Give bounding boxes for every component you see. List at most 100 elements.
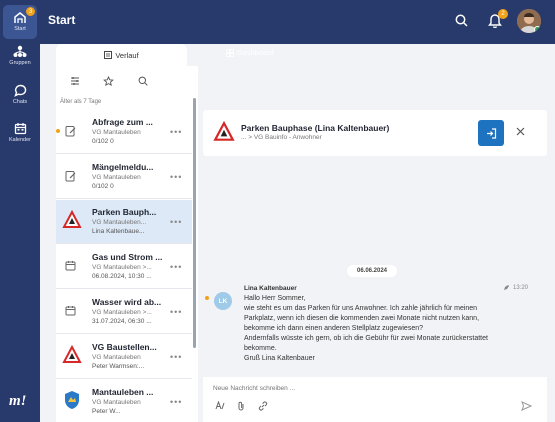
list-item-title: Parken Bauph...: [92, 207, 157, 217]
message-line: wie steht es um das Parken für uns Anwoh…: [244, 305, 478, 312]
more-icon[interactable]: •••: [170, 217, 182, 227]
list-item-sender: VG Mantauleben >...: [92, 309, 152, 316]
survey-icon: [65, 171, 76, 182]
more-icon[interactable]: •••: [170, 307, 182, 317]
star-icon[interactable]: [103, 76, 114, 87]
list-item-title: Abfrage zum ...: [92, 117, 153, 127]
grid-icon: [226, 48, 234, 57]
list-item-title: Mantauleben ...: [92, 387, 154, 397]
user-avatar[interactable]: [517, 9, 541, 33]
list-item[interactable]: Mängelmeldu... VG Mantauleben 0/102 0 ••…: [56, 155, 192, 199]
construction-icon: [213, 121, 235, 141]
list-item[interactable]: Gas und Strom ... VG Mantauleben >... 06…: [56, 245, 192, 289]
message-composer: [203, 377, 547, 422]
more-icon[interactable]: •••: [170, 352, 182, 362]
tab-verlauf-label: Verlauf: [115, 50, 139, 60]
message-line: Hallo Herr Sommer,: [244, 295, 306, 302]
filter-icon[interactable]: [70, 76, 80, 86]
attachment-icon[interactable]: [237, 401, 245, 411]
list-item-meta: Lina Kaltenbaue...: [92, 228, 145, 235]
close-icon[interactable]: [516, 127, 525, 136]
message-time: 13:20: [513, 285, 529, 291]
search-icon[interactable]: [138, 76, 148, 86]
message-line: bekomme ich dann einen anderen Stellplat…: [244, 325, 424, 332]
pencil-icon[interactable]: [503, 284, 510, 291]
calendar-icon: [14, 123, 26, 135]
list-item-meta: 0/102 0: [92, 183, 114, 190]
list-item-title: Wasser wird ab...: [92, 297, 162, 307]
list-item-meta: 06.08.2024, 10:30 ...: [92, 273, 152, 280]
chat-title: Parken Bauphase (Lina Kaltenbauer): [241, 123, 390, 133]
message-line: Parkplatz, wenn ich diesen die kommenden…: [244, 315, 480, 322]
notification-badge: 2: [498, 9, 508, 19]
tab-dashboard[interactable]: Dashboard: [226, 48, 274, 57]
rail-label-chats: Chats: [12, 99, 28, 105]
link-icon[interactable]: [258, 401, 268, 411]
rail-item-chats[interactable]: Chats: [0, 84, 40, 105]
enter-button[interactable]: [478, 120, 504, 146]
message-line: bekomme.: [244, 345, 277, 352]
more-icon[interactable]: •••: [170, 397, 182, 407]
construction-icon: [62, 345, 82, 363]
message-input[interactable]: [213, 381, 533, 395]
unread-dot: [205, 296, 209, 300]
rail-item-gruppen[interactable]: Gruppen: [0, 45, 40, 66]
list-item-sender: VG Mantauleben: [92, 354, 141, 361]
section-label: Älter als 7 Tage: [60, 99, 102, 105]
list-item-meta: 31.07.2024, 06:30 ...: [92, 318, 152, 325]
app-logo: m!: [9, 393, 27, 409]
login-icon: [486, 127, 496, 139]
list-item-meta: Peter Warmsen:...: [92, 363, 145, 370]
construction-icon: [62, 210, 82, 228]
list-item[interactable]: VG Baustellen... VG Mantauleben Peter Wa…: [56, 335, 192, 379]
list-item-sender: VG Mantauleben...: [92, 219, 147, 226]
list-item-title: Mängelmeldu...: [92, 162, 154, 172]
list-item[interactable]: Mantauleben ... VG Mantauleben Peter W..…: [56, 380, 192, 422]
rail-badge: 3: [26, 7, 35, 16]
home-icon: [14, 12, 26, 23]
top-bar: Start 2: [40, 0, 555, 44]
filter-bar: [56, 72, 192, 94]
rail-item-kalender[interactable]: Kalender: [0, 122, 40, 143]
chat-icon: [13, 84, 26, 97]
message-line: Andernfalls wüsste ich gern, ob ich die …: [244, 335, 488, 342]
message-line: Gruß Lina Kaltenbauer: [244, 355, 315, 362]
chat-header: Parken Bauphase (Lina Kaltenbauer) ... >…: [203, 110, 547, 156]
list-item-title: Gas und Strom ...: [92, 252, 163, 262]
list-item[interactable]: Abfrage zum ... VG Mantauleben 0/102 0 •…: [56, 110, 192, 154]
tab-verlauf[interactable]: Verlauf: [56, 44, 187, 66]
list-item-meta: 0/102 0: [92, 138, 114, 145]
tab-dashboard-label: Dashboard: [237, 48, 274, 57]
message-sender: Lina Kaltenbauer: [244, 285, 297, 292]
text-format-icon[interactable]: [215, 401, 225, 410]
online-status-dot: [534, 26, 541, 33]
survey-icon: [65, 126, 76, 137]
unread-dot: [56, 129, 60, 133]
list-item-sender: VG Mantauleben: [92, 174, 141, 181]
rail-label-gruppen: Gruppen: [9, 60, 31, 66]
conversation-list: Älter als 7 Tage Abfrage zum ... VG Mant…: [56, 66, 198, 422]
calendar-icon: [65, 306, 76, 316]
rail-label-kalender: Kalender: [8, 137, 32, 143]
list-item[interactable]: Wasser wird ab... VG Mantauleben >... 31…: [56, 290, 192, 334]
left-rail: Start 3 Gruppen Chats Kalender m!: [0, 0, 40, 422]
page-title: Start: [48, 13, 76, 27]
list-item[interactable]: Parken Bauph... VG Mantauleben... Lina K…: [56, 200, 192, 244]
more-icon[interactable]: •••: [170, 127, 182, 137]
list-item-title: VG Baustellen...: [92, 342, 157, 352]
more-icon[interactable]: •••: [170, 172, 182, 182]
more-icon[interactable]: •••: [170, 262, 182, 272]
list-item-sender: VG Mantauleben: [92, 129, 141, 136]
groups-icon: [13, 45, 27, 57]
badge-icon: [65, 391, 79, 409]
send-icon[interactable]: [521, 401, 532, 411]
list-scrollbar[interactable]: [193, 98, 196, 348]
sender-avatar: LK: [214, 292, 232, 310]
list-item-sender: VG Mantauleben >...: [92, 264, 152, 271]
search-icon[interactable]: [455, 14, 468, 27]
date-separator: 06.06.2024: [347, 265, 397, 277]
list-item-sender: VG Mantauleben: [92, 399, 141, 406]
calendar-icon: [65, 261, 76, 271]
rail-item-start[interactable]: Start 3: [3, 5, 37, 39]
list-item-meta: Peter W...: [92, 408, 121, 415]
